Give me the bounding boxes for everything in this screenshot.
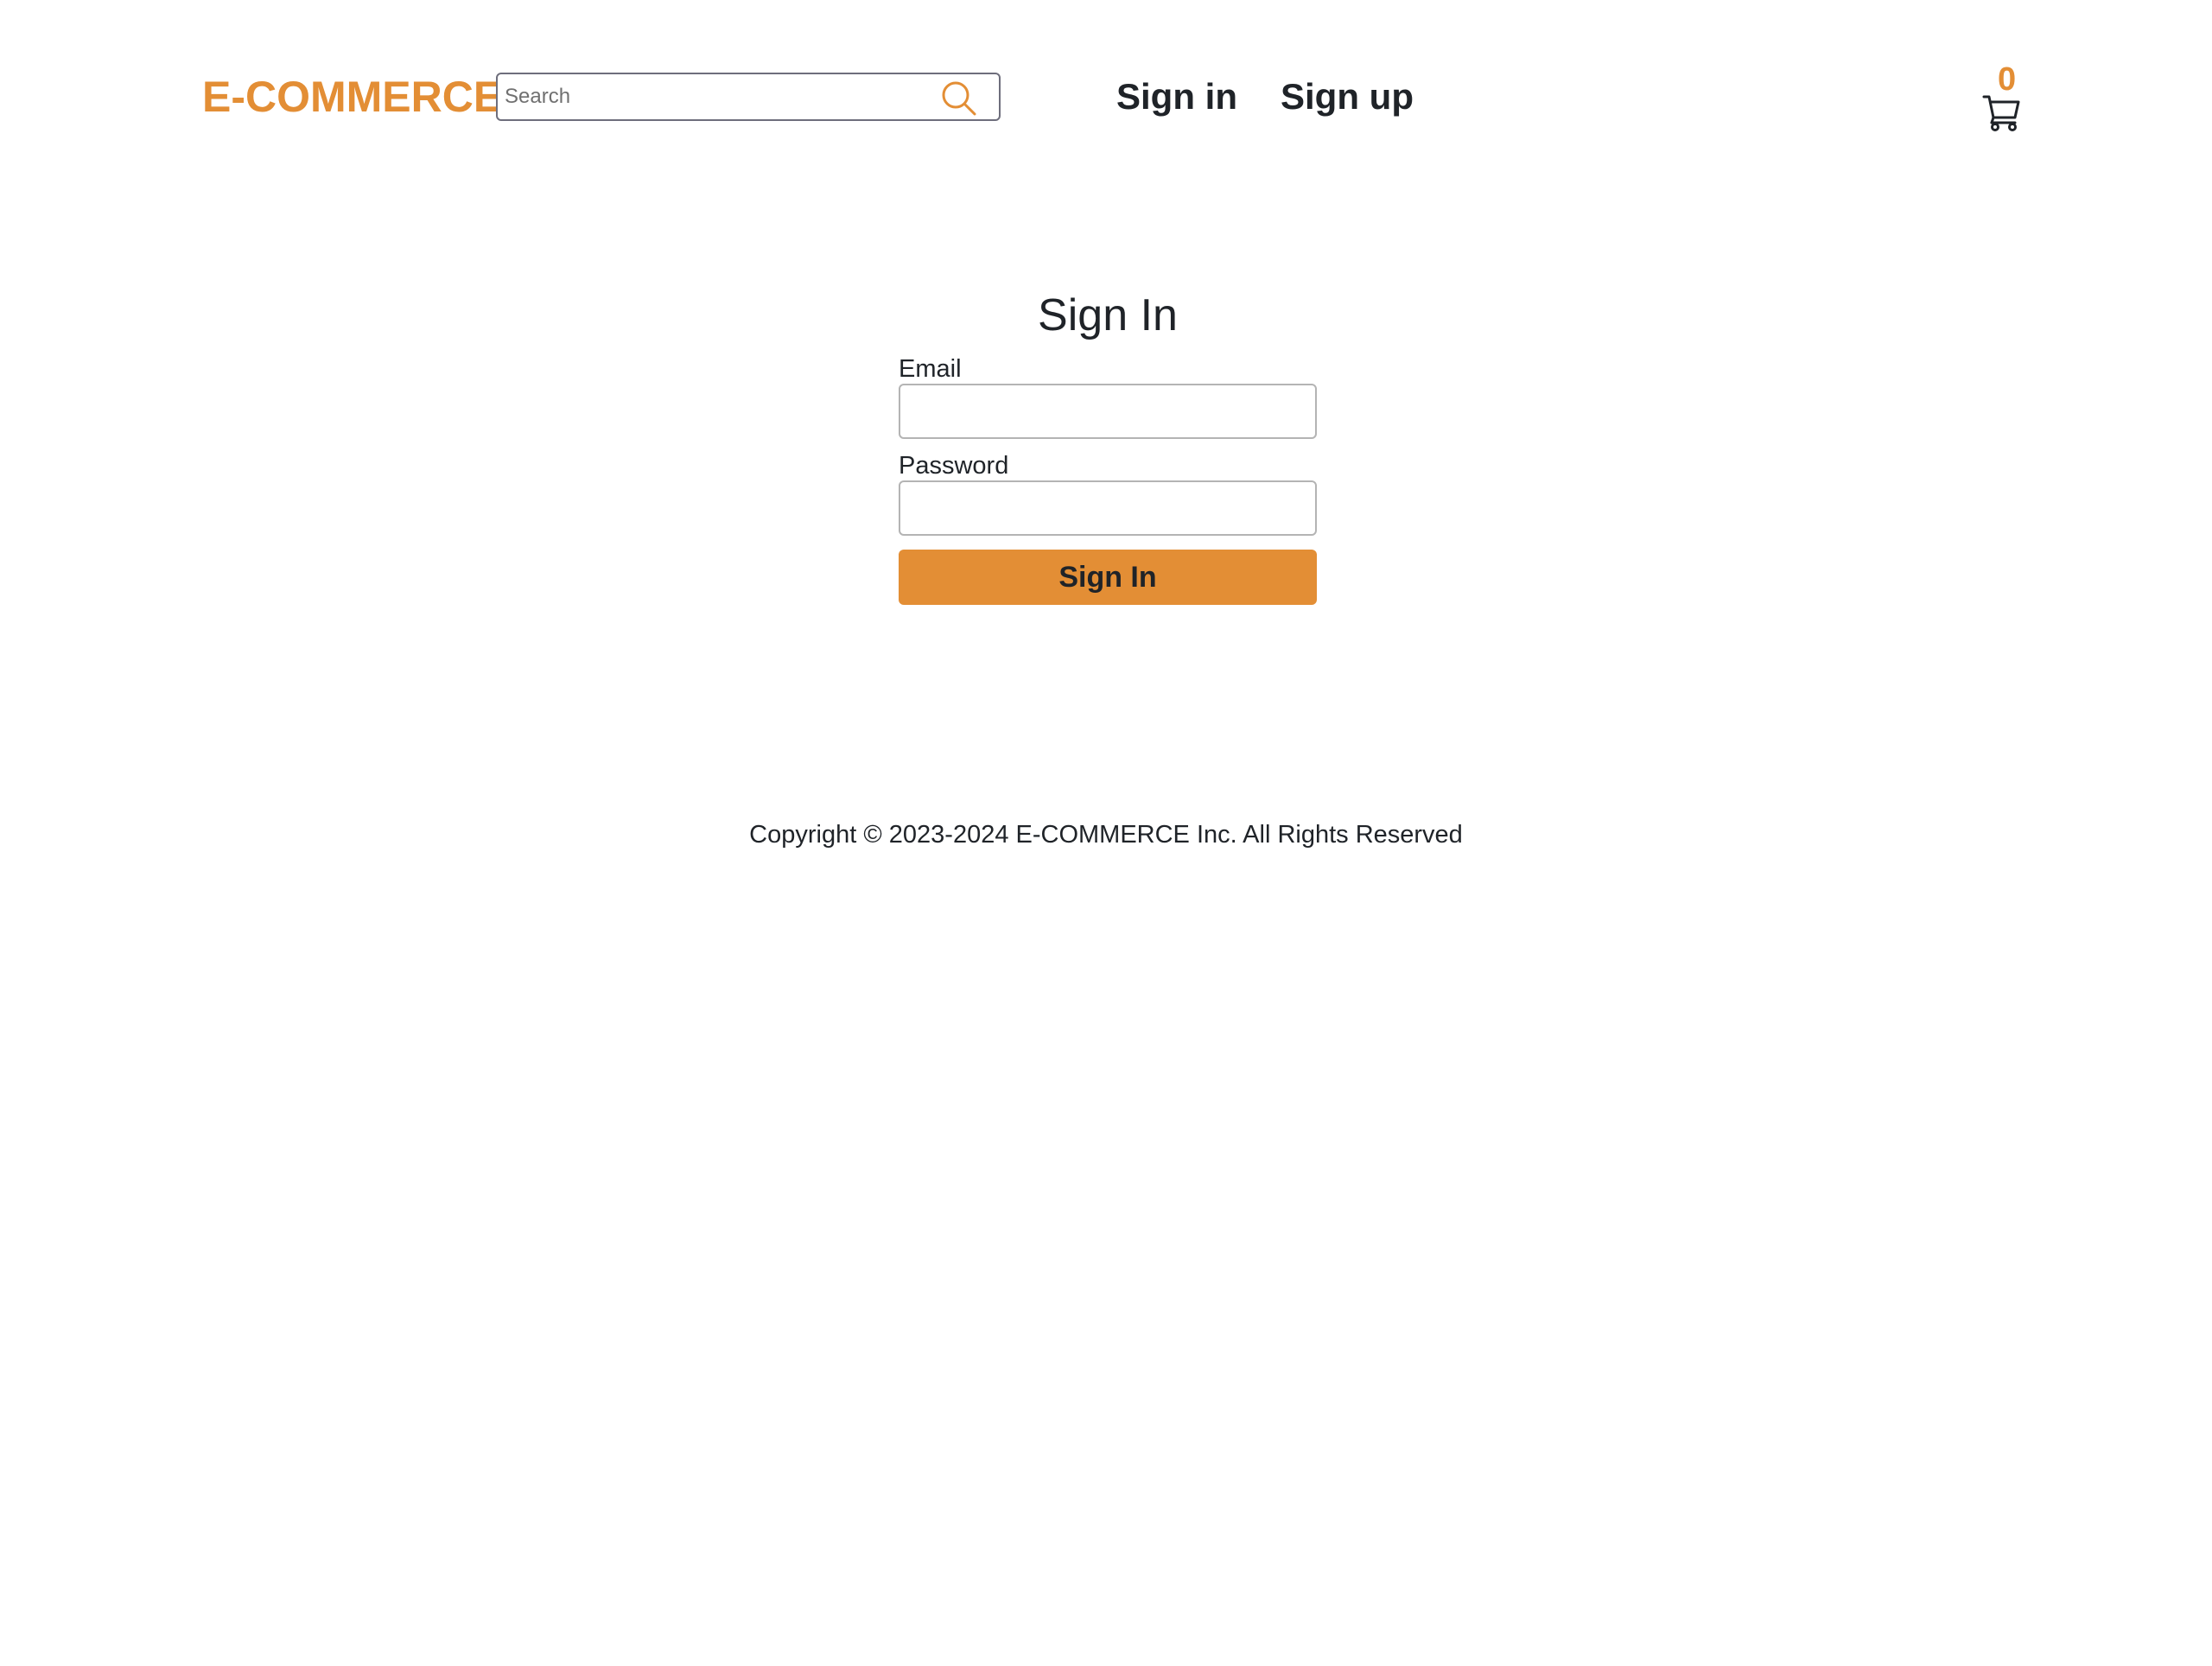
brand-logo-link[interactable]: E-COMMERCE [202, 69, 502, 124]
cart-button[interactable]: 0 [1982, 62, 2031, 131]
sign-in-button[interactable]: Sign In [899, 550, 1317, 605]
auth-nav: Sign in Sign up [1116, 71, 1414, 123]
search-button[interactable] [940, 79, 978, 118]
sign-in-form: Sign In Email Password Sign In [899, 285, 1317, 605]
cart-icon [1982, 95, 2020, 131]
email-field[interactable] [899, 384, 1317, 439]
search-input[interactable] [498, 74, 911, 119]
nav-sign-up-link[interactable]: Sign up [1281, 71, 1414, 123]
footer-copyright: Copyright © 2023-2024 E-COMMERCE Inc. Al… [749, 821, 1463, 849]
search-box [496, 73, 1001, 121]
email-label: Email [899, 355, 962, 383]
form-title: Sign In [1038, 290, 1178, 340]
search-icon [942, 81, 976, 116]
password-field[interactable] [899, 480, 1317, 536]
page: E-COMMERCE Sign in Sign up 0 [0, 0, 2212, 1666]
nav-sign-in-link[interactable]: Sign in [1116, 71, 1237, 123]
password-label: Password [899, 452, 1009, 480]
site-header: E-COMMERCE Sign in Sign up 0 [0, 0, 2212, 199]
